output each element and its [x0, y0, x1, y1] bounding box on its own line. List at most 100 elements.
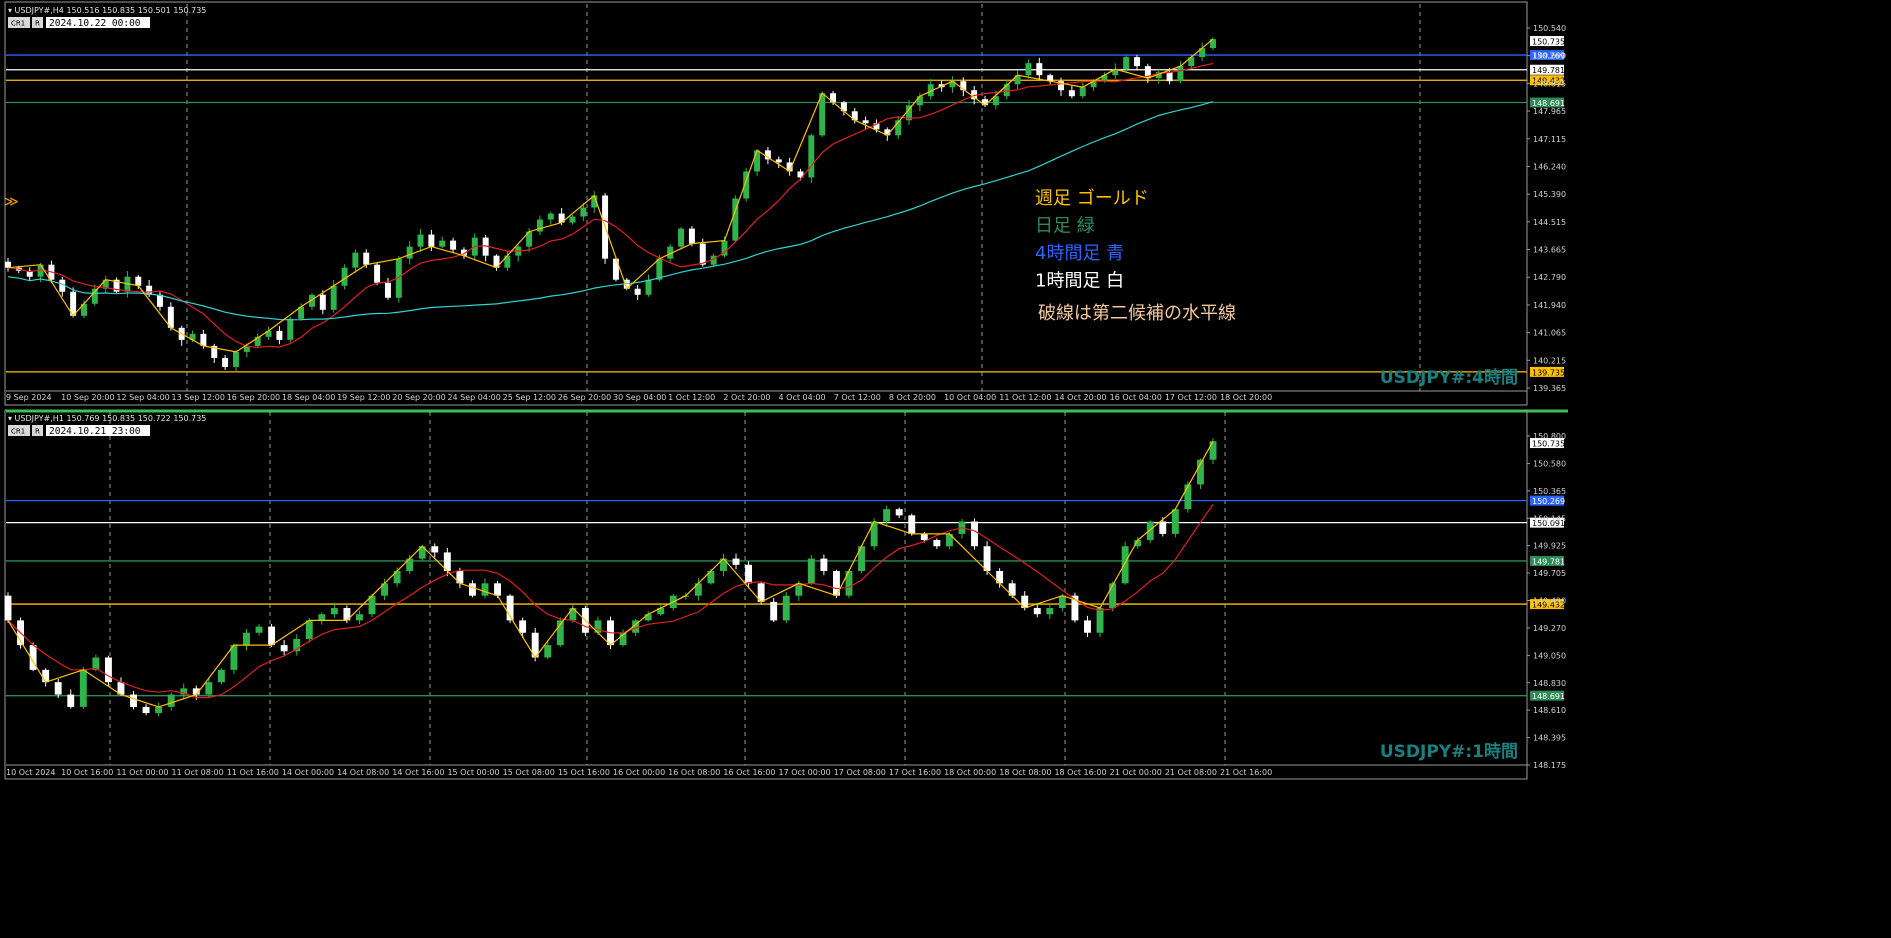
- candle-body: [1025, 63, 1032, 76]
- candle-body: [305, 620, 313, 639]
- candle-body: [374, 264, 381, 283]
- x-tick-label: 11 Oct 08:00: [172, 768, 224, 777]
- candle-body: [406, 246, 413, 259]
- x-tick-label: 14 Oct 00:00: [282, 768, 334, 777]
- candle-body: [883, 509, 891, 522]
- x-tick-label: 17 Oct 16:00: [889, 768, 941, 777]
- candle-body: [1166, 72, 1173, 82]
- candle-body: [243, 632, 250, 646]
- x-tick-label: 25 Sep 12:00: [503, 393, 556, 402]
- y-tick-label: 145.390: [1533, 190, 1566, 199]
- moving-average-line: [7, 62, 1214, 349]
- datetime-box-label: 2024.10.22 00:00: [49, 18, 141, 29]
- candle-body: [1159, 521, 1167, 534]
- legend-entry: 破線は第二候補の水平線: [1038, 303, 1236, 324]
- x-tick-label: 30 Sep 04:00: [613, 393, 666, 402]
- moving-average-line: [7, 504, 1214, 699]
- x-tick-label: 16 Oct 16:00: [723, 768, 775, 777]
- y-tick-label: 149.050: [1533, 651, 1566, 660]
- candle-body: [569, 216, 576, 223]
- candle-body: [688, 228, 695, 244]
- candle-body: [699, 243, 706, 265]
- x-tick-label: 16 Oct 08:00: [668, 768, 720, 777]
- x-tick-label: 26 Sep 20:00: [558, 393, 611, 402]
- level-price-label: 149.781: [1532, 66, 1565, 75]
- x-tick-label: 19 Sep 12:00: [337, 393, 390, 402]
- x-tick-label: 17 Oct 08:00: [834, 768, 886, 777]
- candle-body: [1177, 66, 1184, 82]
- candle-body: [983, 546, 991, 571]
- candle-body: [745, 564, 753, 584]
- x-tick-label: 17 Oct 00:00: [779, 768, 831, 777]
- x-tick-label: 13 Sep 12:00: [172, 393, 225, 402]
- x-tick-label: 10 Oct 04:00: [944, 393, 996, 402]
- candle-body: [1079, 87, 1086, 97]
- y-tick-label: 149.690: [1533, 52, 1566, 61]
- x-tick-label: 4 Oct 04:00: [779, 393, 826, 402]
- candle-body: [782, 595, 790, 621]
- x-tick-label: 10 Oct 16:00: [61, 768, 113, 777]
- candle-body: [580, 207, 587, 217]
- x-tick-label: 14 Oct 20:00: [1054, 393, 1106, 402]
- chart-canvas[interactable]: 150.269149.781149.432148.691139.735150.5…: [0, 0, 1891, 938]
- candle-body: [807, 558, 815, 584]
- x-tick-label: 2 Oct 20:00: [723, 393, 770, 402]
- candle-body: [104, 657, 112, 683]
- chart-header: ▾ USDJPY#,H4 150.516 150.835 150.501 150…: [8, 6, 206, 15]
- x-tick-label: 18 Oct 00:00: [944, 768, 996, 777]
- y-tick-label: 149.490: [1533, 597, 1566, 606]
- candle-body: [135, 276, 142, 286]
- last-price-label: 150.735: [1532, 38, 1565, 47]
- candle-body: [319, 294, 326, 310]
- x-tick-label: 17 Oct 12:00: [1165, 393, 1217, 402]
- candle-body: [1068, 90, 1075, 97]
- symbol-watermark: USDJPY#:4時間: [1380, 367, 1518, 388]
- candle-body: [1184, 484, 1192, 510]
- h4-chart-panel: 150.269149.781149.432148.691139.735150.5…: [4, 1, 1566, 406]
- candle-body: [544, 645, 552, 658]
- y-tick-label: 149.705: [1533, 569, 1566, 578]
- x-tick-label: 14 Oct 16:00: [392, 768, 444, 777]
- candle-body: [1146, 521, 1154, 541]
- cr1-tag-label: CR1: [11, 20, 25, 28]
- y-tick-label: 150.580: [1533, 459, 1566, 468]
- x-tick-label: 10 Oct 2024: [6, 768, 55, 777]
- x-tick-label: 15 Oct 16:00: [558, 768, 610, 777]
- legend-entry: 4時間足 青: [1035, 243, 1124, 264]
- x-tick-label: 9 Sep 2024: [6, 393, 52, 402]
- candle-body: [1096, 608, 1104, 633]
- x-tick-label: 21 Oct 16:00: [1220, 768, 1272, 777]
- x-tick-label: 12 Sep 04:00: [116, 393, 169, 402]
- x-tick-label: 21 Oct 08:00: [1165, 768, 1217, 777]
- x-tick-label: 7 Oct 12:00: [834, 393, 881, 402]
- candle-body: [908, 515, 916, 534]
- x-tick-label: 18 Oct 16:00: [1054, 768, 1106, 777]
- x-tick-label: 15 Oct 00:00: [447, 768, 499, 777]
- y-tick-label: 148.395: [1533, 734, 1566, 743]
- candle-body: [1123, 57, 1130, 70]
- candle-body: [820, 558, 828, 571]
- y-tick-label: 139.365: [1533, 384, 1566, 393]
- candle-body: [775, 159, 782, 163]
- candle-body: [318, 614, 326, 621]
- y-tick-label: 149.925: [1533, 542, 1566, 551]
- x-tick-label: 1 Oct 12:00: [668, 393, 715, 402]
- y-tick-label: 140.215: [1533, 356, 1566, 365]
- candle-body: [519, 620, 527, 633]
- level-price-label: 149.781: [1532, 557, 1565, 566]
- y-tick-label: 150.540: [1533, 24, 1566, 33]
- zigzag-line: [7, 440, 1214, 708]
- candle-body: [547, 213, 554, 220]
- legend-entry: 1時間足 白: [1035, 271, 1124, 292]
- candle-body: [54, 682, 62, 695]
- y-tick-label: 146.240: [1533, 162, 1566, 171]
- x-tick-label: 14 Oct 08:00: [337, 768, 389, 777]
- candle-body: [428, 234, 435, 247]
- candle-body: [1084, 620, 1091, 633]
- candle-body: [142, 706, 150, 714]
- candle-body: [356, 614, 363, 621]
- last-price-label: 150.735: [1532, 440, 1565, 449]
- candle-body: [130, 694, 137, 707]
- candle-body: [276, 330, 283, 340]
- x-tick-label: 21 Oct 00:00: [1110, 768, 1162, 777]
